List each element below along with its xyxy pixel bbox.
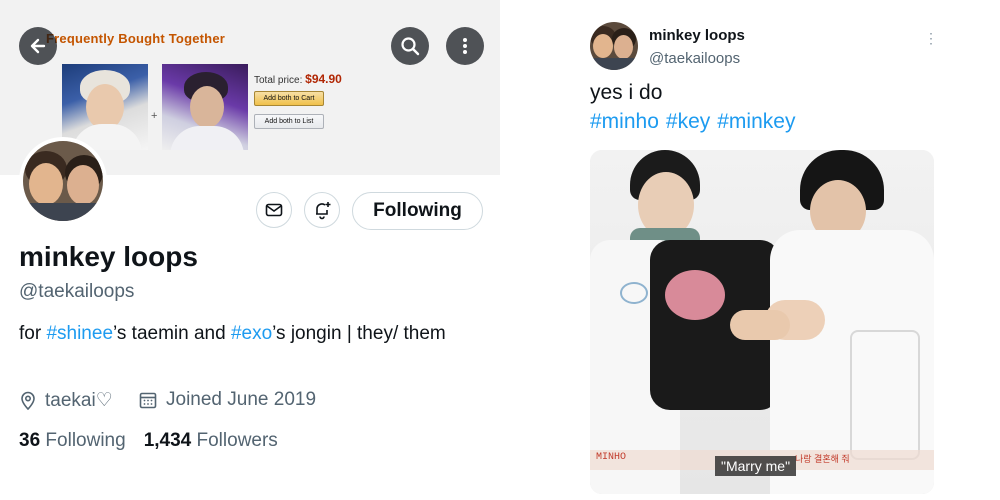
back-arrow-icon: [30, 38, 46, 54]
following-count: 36: [19, 430, 41, 451]
more-button[interactable]: [446, 27, 484, 65]
photo-caption: "Marry me": [715, 456, 797, 476]
profile-screenshot: Frequently Bought Together + Total price…: [0, 0, 500, 500]
tweet-photo[interactable]: MINHO 나랑 결혼해 줘 "Marry me": [590, 150, 934, 494]
location-text: taekai♡: [45, 390, 113, 411]
plus-sign: +: [151, 110, 158, 122]
bio-text: ’s jongin | they/ them: [272, 323, 446, 344]
joined-text: Joined June 2019: [166, 389, 317, 410]
korean-caption: 나랑 결혼해 줘: [795, 454, 850, 464]
add-both-to-list-button[interactable]: Add both to List: [254, 114, 324, 129]
notifications-button[interactable]: [304, 192, 340, 228]
followers-count: 1,434: [143, 430, 192, 451]
following-button[interactable]: Following: [352, 192, 483, 230]
profile-handle: @taekailoops: [19, 281, 135, 302]
product-image-2: [162, 64, 248, 150]
profile-joined: Joined June 2019: [138, 389, 316, 411]
following-count-link[interactable]: 36 Following: [19, 430, 126, 452]
calendar-icon: [139, 392, 157, 409]
more-vertical-icon: [463, 38, 467, 54]
profile-name: minkey loops: [19, 241, 198, 272]
back-button[interactable]: [19, 27, 57, 65]
profile-location: taekai♡: [19, 389, 113, 412]
total-price: Total price: $94.90: [254, 72, 342, 86]
tweet-text: yes i do: [590, 81, 663, 104]
bell-plus-icon: [316, 202, 331, 220]
hashtag-link[interactable]: #minho: [590, 110, 659, 133]
add-both-to-cart-button[interactable]: Add both to Cart: [254, 91, 324, 106]
hashtag-link[interactable]: #shinee: [46, 323, 113, 344]
bio-text: for: [19, 323, 47, 344]
followers-label: Followers: [191, 430, 278, 451]
profile-bio: for #shinee’s taemin and #exo’s jongin |…: [19, 320, 469, 348]
tweet-avatar[interactable]: [590, 22, 638, 70]
search-icon: [401, 37, 420, 56]
avatar[interactable]: [19, 137, 107, 225]
hashtag-link[interactable]: #minkey: [717, 110, 795, 133]
product-image-1: [62, 64, 148, 150]
name-tag: MINHO: [596, 452, 627, 463]
hashtag-link[interactable]: #key: [666, 110, 710, 133]
more-icon[interactable]: ⋮: [924, 30, 938, 47]
bio-text: ’s taemin and: [113, 323, 231, 344]
following-label: Following: [40, 430, 126, 451]
follow-counts: 36 Following 1,434 Followers: [19, 430, 296, 452]
tweet-author-name[interactable]: minkey loops: [649, 27, 745, 44]
tweet-author-handle[interactable]: @taekailoops: [649, 50, 740, 67]
search-button[interactable]: [391, 27, 429, 65]
followers-count-link[interactable]: 1,434 Followers: [144, 430, 278, 452]
message-button[interactable]: [256, 192, 292, 228]
mail-icon: [265, 203, 283, 217]
total-label: Total price:: [254, 75, 303, 86]
banner-title: Frequently Bought Together: [46, 31, 226, 46]
tweet-hashtags: #minho #key #minkey: [590, 110, 802, 134]
tweet: minkey loops @taekailoops ⋮ yes i do #mi…: [560, 0, 1000, 500]
hashtag-link[interactable]: #exo: [231, 323, 272, 344]
price-value: $94.90: [305, 72, 342, 86]
location-pin-icon: [21, 391, 35, 410]
